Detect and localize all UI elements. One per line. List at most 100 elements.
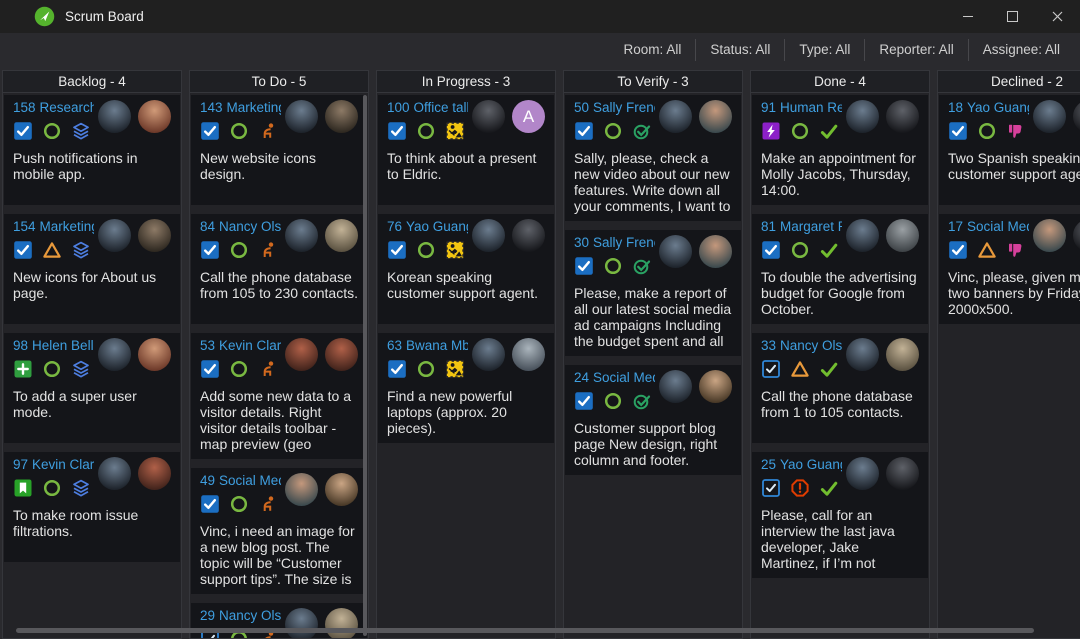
card-76[interactable]: 76Yao GuangKorean speaking customer supp… <box>378 214 554 324</box>
column-body-inprogress: 100Office talksATo think about a present… <box>377 93 555 638</box>
column-body-todo: 143Marketing …New website icons design.8… <box>190 93 368 638</box>
card-title: Kevin Clarke <box>219 338 281 353</box>
card-title-link[interactable]: 24Social Media <box>574 370 655 386</box>
card-icons <box>13 121 94 141</box>
card-title-link[interactable]: 158Research … <box>13 100 94 116</box>
card-title-link[interactable]: 143Marketing … <box>200 100 281 116</box>
card-title-link[interactable]: 25Yao Guang <box>761 457 842 473</box>
avatar <box>285 338 318 371</box>
avatar <box>138 457 171 490</box>
card-91[interactable]: 91Human Res…Make an appointment for Moll… <box>752 95 928 205</box>
filter-status[interactable]: Status: All <box>695 39 784 61</box>
avatar <box>886 457 919 490</box>
card-icons <box>387 240 468 260</box>
avatar <box>886 100 919 133</box>
card-number: 143 <box>200 100 223 115</box>
avatar <box>659 100 692 133</box>
horizontal-scrollbar[interactable] <box>16 628 1034 633</box>
checkbox-blue-icon <box>200 359 220 379</box>
maximize-button[interactable] <box>990 0 1035 33</box>
app-logo-icon <box>34 6 55 27</box>
card-info: 33Nancy Olson <box>761 338 842 379</box>
card-icons <box>761 359 842 379</box>
card-30[interactable]: 30Sally FrenchPlease, make a report of a… <box>565 230 741 356</box>
avatar <box>886 219 919 252</box>
card-avatars <box>659 235 732 268</box>
card-25[interactable]: 25Yao GuangPlease, call for an interview… <box>752 452 928 578</box>
card-number: 84 <box>200 219 215 234</box>
card-title-link[interactable]: 50Sally French <box>574 100 655 116</box>
card-icons <box>574 121 655 141</box>
card-title-link[interactable]: 49Social Media <box>200 473 281 489</box>
card-158[interactable]: 158Research …Push notifications in mobil… <box>4 95 180 205</box>
card-title-link[interactable]: 154Marketing … <box>13 219 94 235</box>
card-title-link[interactable]: 33Nancy Olson <box>761 338 842 354</box>
filter-room[interactable]: Room: All <box>610 39 696 61</box>
card-17[interactable]: 17Social MediaVinc, please, given me two… <box>939 214 1080 324</box>
card-title-link[interactable]: 18Yao Guang <box>948 100 1029 116</box>
card-title-link[interactable]: 81Margaret P… <box>761 219 842 235</box>
card-title-link[interactable]: 29Nancy Olson <box>200 608 281 624</box>
card-title-link[interactable]: 98Helen Bell <box>13 338 94 354</box>
card-header: 53Kevin Clarke <box>200 338 358 379</box>
checkbox-outline-blue-icon <box>761 478 781 498</box>
card-18[interactable]: 18Yao GuangTwo Spanish speaking customer… <box>939 95 1080 205</box>
layers-blue-icon <box>71 478 91 498</box>
vertical-scrollbar[interactable] <box>363 95 367 636</box>
card-info: 97Kevin Clarke <box>13 457 94 498</box>
card-24[interactable]: 24Social MediaCustomer support blog page… <box>565 365 741 475</box>
avatar <box>1033 100 1066 133</box>
card-84[interactable]: 84Nancy OlsonCall the phone database fro… <box>191 214 367 324</box>
filter-assignee[interactable]: Assignee: All <box>968 39 1074 61</box>
card-63[interactable]: 63Bwana Mb…Find a new powerful laptops (… <box>378 333 554 443</box>
card-154[interactable]: 154Marketing …New icons for About us pag… <box>4 214 180 324</box>
card-title-link[interactable]: 97Kevin Clarke <box>13 457 94 473</box>
card-50[interactable]: 50Sally FrenchSally, please, check a new… <box>565 95 741 221</box>
card-title-link[interactable]: 17Social Media <box>948 219 1029 235</box>
circle-green-icon <box>603 256 623 276</box>
card-title-link[interactable]: 63Bwana Mb… <box>387 338 468 354</box>
card-98[interactable]: 98Helen BellTo add a super user mode. <box>4 333 180 443</box>
close-button[interactable] <box>1035 0 1080 33</box>
avatar <box>846 100 879 133</box>
board: Backlog - 4158Research …Push notificatio… <box>2 70 1080 639</box>
avatar <box>472 100 505 133</box>
card-title: Human Res… <box>780 100 842 115</box>
card-53[interactable]: 53Kevin ClarkeAdd some new data to a vis… <box>191 333 367 459</box>
checkbox-blue-icon <box>761 240 781 260</box>
card-icons <box>200 240 281 260</box>
card-header: 25Yao Guang <box>761 457 919 498</box>
card-avatars <box>846 457 919 490</box>
card-header: 98Helen Bell <box>13 338 171 379</box>
column-body-backlog: 158Research …Push notifications in mobil… <box>3 93 181 638</box>
card-avatars <box>659 370 732 403</box>
exclamation-red-icon <box>790 478 810 498</box>
card-title-link[interactable]: 91Human Res… <box>761 100 842 116</box>
avatar <box>1073 100 1080 133</box>
card-title-link[interactable]: 84Nancy Olson <box>200 219 281 235</box>
avatar <box>1073 219 1080 252</box>
card-icons <box>948 121 1029 141</box>
card-81[interactable]: 81Margaret P…To double the advertising b… <box>752 214 928 324</box>
card-143[interactable]: 143Marketing …New website icons design. <box>191 95 367 205</box>
card-97[interactable]: 97Kevin ClarkeTo make room issue filtrat… <box>4 452 180 562</box>
card-title-link[interactable]: 100Office talks <box>387 100 468 116</box>
card-title-link[interactable]: 30Sally French <box>574 235 655 251</box>
construction-yellow-icon <box>445 359 465 379</box>
card-49[interactable]: 49Social MediaVinc, i need an image for … <box>191 468 367 594</box>
card-avatars <box>285 100 358 133</box>
card-number: 18 <box>948 100 963 115</box>
card-title-link[interactable]: 53Kevin Clarke <box>200 338 281 354</box>
card-number: 29 <box>200 608 215 623</box>
avatar <box>846 219 879 252</box>
card-icons <box>200 121 281 141</box>
window-title: Scrum Board <box>65 9 144 24</box>
minimize-button[interactable] <box>945 0 990 33</box>
card-33[interactable]: 33Nancy OlsonCall the phone database fro… <box>752 333 928 443</box>
card-number: 30 <box>574 235 589 250</box>
filter-reporter[interactable]: Reporter: All <box>864 39 967 61</box>
card-info: 158Research … <box>13 100 94 141</box>
filter-type[interactable]: Type: All <box>784 39 864 61</box>
card-title-link[interactable]: 76Yao Guang <box>387 219 468 235</box>
card-100[interactable]: 100Office talksATo think about a present… <box>378 95 554 205</box>
